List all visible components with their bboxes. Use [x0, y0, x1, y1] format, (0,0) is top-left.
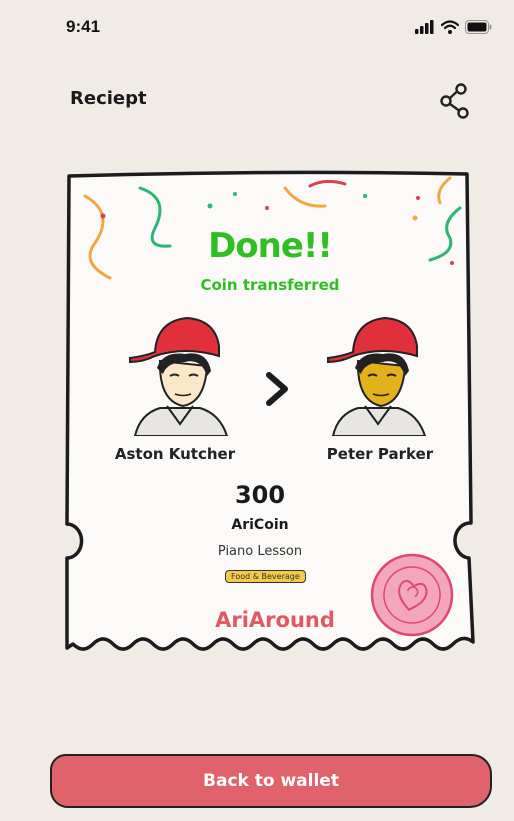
stamp-icon: [370, 553, 454, 637]
recipient-name: Peter Parker: [326, 445, 434, 463]
receipt-card: Done!! Coin transferred Aston Kutcher Pe…: [55, 168, 485, 678]
sender-avatar: [129, 316, 229, 436]
chevron-right-icon: [266, 372, 288, 406]
status-time: 9:41: [66, 17, 101, 36]
category-badge: Food & Beverage: [225, 570, 306, 583]
sender-name: Aston Kutcher: [114, 445, 236, 463]
recipient-avatar: [327, 316, 427, 436]
receipt-screen: 9:41 Reciept Done!! Coin transferred Ast…: [0, 0, 514, 821]
done-headline: Done!!: [208, 226, 333, 266]
wifi-icon: [441, 20, 459, 34]
currency-label: AriCoin: [231, 517, 289, 533]
share-button[interactable]: [436, 80, 476, 120]
signal-icon: [415, 20, 434, 34]
done-subheadline: Coin transferred: [200, 276, 340, 294]
battery-icon: [465, 20, 492, 34]
status-icons: [415, 20, 492, 34]
page-title: Reciept: [70, 88, 147, 109]
back-to-wallet-button[interactable]: Back to wallet: [50, 754, 492, 808]
transfer-amount: 300: [234, 481, 286, 509]
share-icon: [440, 83, 469, 119]
